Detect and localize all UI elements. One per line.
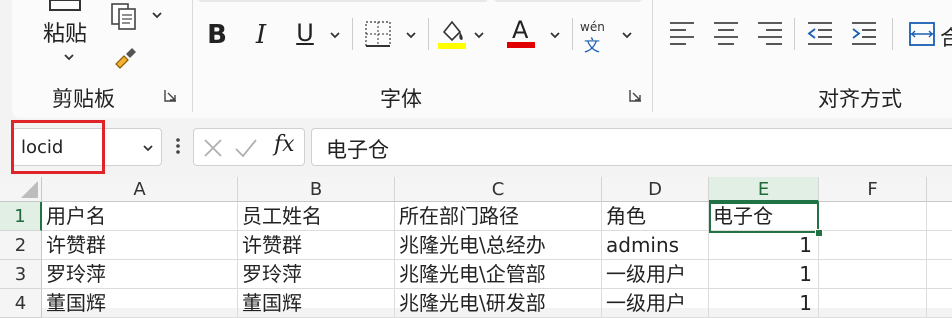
merge-center-label[interactable]: 合 bbox=[940, 22, 952, 52]
row-header-4[interactable]: 4 bbox=[0, 289, 42, 318]
more-options-icon[interactable] bbox=[174, 136, 182, 156]
divider bbox=[352, 18, 353, 50]
font-group-label: 字体 bbox=[380, 87, 422, 111]
column-header-f[interactable]: F bbox=[819, 177, 927, 202]
row-header-3[interactable]: 3 bbox=[0, 260, 42, 289]
column-header-b[interactable]: B bbox=[238, 177, 395, 202]
cell-f1[interactable] bbox=[819, 202, 927, 231]
font-size-box-bottom bbox=[494, 0, 642, 2]
row-header-2[interactable]: 2 bbox=[0, 231, 42, 260]
phonetic-guide-button[interactable]: wén 文 bbox=[578, 18, 612, 55]
align-left-icon[interactable] bbox=[668, 20, 696, 46]
cell-c3[interactable]: 兆隆光电\企管部 bbox=[395, 260, 602, 289]
phonetic-bottom-text: 文 bbox=[584, 36, 601, 55]
align-center-icon[interactable] bbox=[712, 20, 740, 46]
bold-button[interactable]: B bbox=[202, 18, 232, 52]
fill-color-dropdown-chevron-icon[interactable] bbox=[472, 28, 486, 42]
insert-function-button[interactable]: fx bbox=[274, 132, 295, 157]
borders-dropdown-chevron-icon[interactable] bbox=[404, 28, 418, 42]
cell-e2[interactable]: 1 bbox=[709, 231, 819, 260]
spreadsheet-grid: A B C D E F 1 用户名 员工姓名 所在部门路径 角色 电子仓 2 许… bbox=[0, 177, 952, 318]
column-header-g[interactable] bbox=[927, 177, 952, 202]
select-all-corner[interactable] bbox=[0, 177, 42, 202]
cell-c2[interactable]: 兆隆光电\总经办 bbox=[395, 231, 602, 260]
cell-g3[interactable] bbox=[927, 260, 952, 289]
cell-d3[interactable]: 一级用户 bbox=[602, 260, 709, 289]
merge-center-icon[interactable] bbox=[908, 20, 936, 48]
clipboard-icon bbox=[49, 0, 81, 11]
column-header-d[interactable]: D bbox=[602, 177, 709, 202]
cell-c4[interactable]: 兆隆光电\研发部 bbox=[395, 289, 602, 318]
enter-check-icon[interactable] bbox=[234, 137, 258, 159]
cell-g2[interactable] bbox=[927, 231, 952, 260]
format-painter-icon[interactable] bbox=[112, 44, 140, 70]
fill-handle[interactable] bbox=[815, 229, 823, 237]
ribbon: 粘贴 剪贴板 B I U A wén 文 字体 合 对齐方式 bbox=[12, 0, 952, 118]
divider bbox=[892, 18, 893, 50]
font-color-letter: A bbox=[512, 16, 529, 44]
divider bbox=[572, 18, 573, 50]
underline-button[interactable]: U bbox=[292, 16, 318, 50]
formula-controls: fx bbox=[193, 128, 305, 166]
decrease-indent-icon[interactable] bbox=[806, 20, 834, 46]
divider bbox=[794, 18, 795, 50]
formula-content: 电子仓 bbox=[326, 138, 389, 162]
cell-a1[interactable]: 用户名 bbox=[42, 202, 238, 231]
italic-button[interactable]: I bbox=[248, 18, 274, 52]
cell-c1[interactable]: 所在部门路径 bbox=[395, 202, 602, 231]
cell-g1[interactable] bbox=[927, 202, 952, 231]
cell-d2[interactable]: admins bbox=[602, 231, 709, 260]
font-color-swatch bbox=[507, 42, 535, 48]
cell-d4[interactable]: 一级用户 bbox=[602, 289, 709, 318]
phonetic-dropdown-chevron-icon[interactable] bbox=[620, 28, 634, 42]
column-header-e[interactable]: E bbox=[709, 177, 819, 202]
clipboard-dialog-launcher-icon[interactable] bbox=[164, 89, 177, 102]
column-header-a[interactable]: A bbox=[42, 177, 238, 202]
cell-e1[interactable]: 电子仓 bbox=[709, 202, 819, 231]
clipboard-group-label: 剪贴板 bbox=[52, 87, 115, 111]
cell-a4[interactable]: 董国辉 bbox=[42, 289, 238, 318]
cell-e3[interactable]: 1 bbox=[709, 260, 819, 289]
font-color-dropdown-chevron-icon[interactable] bbox=[548, 28, 562, 42]
cell-e4[interactable]: 1 bbox=[709, 289, 819, 318]
cell-b1[interactable]: 员工姓名 bbox=[238, 202, 395, 231]
cell-a2[interactable]: 许赞群 bbox=[42, 231, 238, 260]
underline-dropdown-chevron-icon[interactable] bbox=[328, 28, 342, 42]
divider bbox=[428, 18, 429, 50]
column-header-c[interactable]: C bbox=[395, 177, 602, 202]
cancel-icon[interactable] bbox=[202, 137, 224, 159]
alignment-group-label: 对齐方式 bbox=[818, 87, 902, 111]
group-separator bbox=[652, 0, 653, 112]
cell-b2[interactable]: 许赞群 bbox=[238, 231, 395, 260]
row-header-1[interactable]: 1 bbox=[0, 202, 42, 231]
cell-d1[interactable]: 角色 bbox=[602, 202, 709, 231]
font-dialog-launcher-icon[interactable] bbox=[629, 89, 642, 102]
formula-input[interactable]: 电子仓 bbox=[311, 128, 952, 166]
font-color-button[interactable]: A bbox=[506, 14, 538, 50]
align-right-icon[interactable] bbox=[756, 20, 784, 46]
cell-b3[interactable]: 罗玲萍 bbox=[238, 260, 395, 289]
fill-color-icon[interactable] bbox=[436, 16, 468, 50]
name-box-dropdown-chevron-icon[interactable] bbox=[141, 141, 155, 155]
highlight-box bbox=[11, 120, 105, 174]
copy-icon[interactable] bbox=[110, 2, 140, 30]
cell-b4[interactable]: 董国辉 bbox=[238, 289, 395, 318]
paste-label: 粘贴 bbox=[43, 22, 88, 47]
cell-a3[interactable]: 罗玲萍 bbox=[42, 260, 238, 289]
group-separator bbox=[192, 0, 193, 112]
font-name-box-bottom bbox=[198, 0, 488, 2]
copy-dropdown-chevron-icon[interactable] bbox=[150, 8, 164, 22]
cell-f3[interactable] bbox=[819, 260, 927, 289]
cell-g4[interactable] bbox=[927, 289, 952, 318]
cell-f2[interactable] bbox=[819, 231, 927, 260]
cell-f4[interactable] bbox=[819, 289, 927, 318]
paste-dropdown-chevron-icon[interactable] bbox=[62, 50, 76, 64]
increase-indent-icon[interactable] bbox=[850, 20, 878, 46]
borders-icon[interactable] bbox=[364, 20, 392, 48]
